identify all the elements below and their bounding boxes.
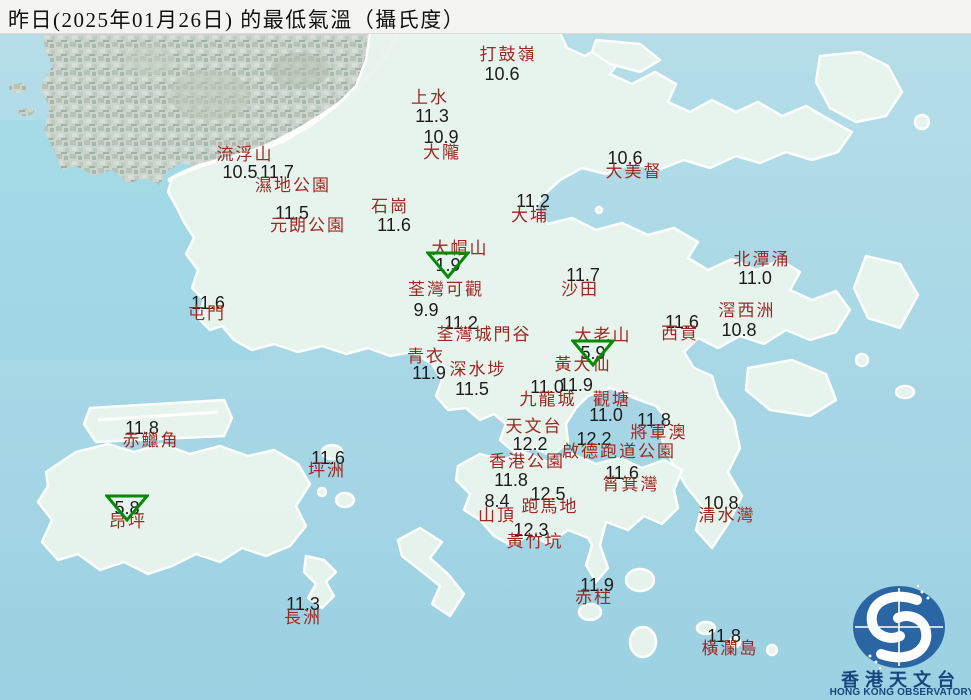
station-value: 10.5 (222, 162, 258, 182)
station-name: 西貢 (661, 324, 699, 343)
station-name: 流浮山 (216, 145, 274, 164)
station-value: 11.0 (738, 268, 772, 288)
station-value: 11.6 (377, 215, 411, 235)
station-name: 黃大仙 (554, 355, 612, 374)
station-name: 赤鱲角 (122, 431, 180, 450)
station-value: 9.9 (413, 300, 439, 320)
hko-logo-english-name: HONG KONG OBSERVATORY (829, 687, 971, 698)
station-name: 大隴 (423, 143, 461, 162)
station-name: 山頂 (478, 506, 516, 525)
station-name: 橫瀾島 (701, 639, 759, 658)
station-name: 大美督 (605, 162, 663, 181)
station-name: 青衣 (407, 347, 445, 366)
station-name: 元朗公園 (270, 216, 346, 235)
station-name: 石崗 (371, 197, 409, 216)
station-name: 赤柱 (575, 588, 613, 607)
station-name: 北潭涌 (733, 250, 791, 269)
station-name: 打鼓嶺 (479, 45, 537, 64)
station-name: 清水灣 (698, 506, 756, 525)
station-name: 筲箕灣 (602, 475, 660, 494)
station-value: 11.9 (412, 363, 446, 383)
stations-layer: 10.6 打鼓嶺 11.3 上水 10.9 大隴 10.5 流浮山 11.7 濕地公園 11.5 元朗… (0, 0, 971, 700)
station-name: 荃灣城門谷 (436, 325, 532, 344)
station-value: 11.5 (455, 379, 489, 399)
station-name: 濕地公園 (255, 176, 331, 195)
title-band: 昨日(2025年01月26日) 的最低氣溫（攝氏度） (0, 0, 971, 34)
station-value: 11.3 (415, 106, 449, 126)
station-name: 深水埗 (449, 360, 507, 379)
station-name: 滘西洲 (718, 301, 776, 320)
station-name: 沙田 (561, 280, 599, 299)
station-name: 天文台 (505, 417, 563, 436)
station-name: 黃竹坑 (506, 532, 564, 551)
station-name: 啟德跑道公園 (562, 442, 676, 461)
station-name: 長洲 (284, 608, 322, 627)
station-name: 屯門 (188, 304, 226, 323)
station-value: 1.9 (435, 255, 461, 275)
station-name: 觀塘 (593, 390, 631, 409)
station-name: 九龍城 (519, 390, 577, 409)
station-name: 跑馬地 (521, 497, 579, 516)
station-name: 將軍澳 (630, 423, 688, 442)
station-name: 昂坪 (109, 512, 147, 531)
weather-map-screenshot: 昨日(2025年01月26日) 的最低氣溫（攝氏度） 10.6 打鼓嶺 11.3 上水… (0, 0, 971, 700)
station-name: 大帽山 (431, 239, 489, 258)
station-name: 大埔 (511, 206, 549, 225)
station-name: 坪洲 (308, 461, 346, 480)
station-name: 大老山 (574, 326, 632, 345)
station-value: 10.8 (721, 320, 757, 340)
station-value: 11.8 (494, 470, 528, 490)
station-name: 荃灣可觀 (408, 280, 484, 299)
station-value: 10.6 (484, 64, 520, 84)
map-title: 昨日(2025年01月26日) 的最低氣溫（攝氏度） (8, 8, 466, 32)
station-name: 上水 (411, 88, 449, 107)
station-value: 12.2 (512, 434, 548, 454)
station-name: 香港公園 (489, 452, 565, 471)
